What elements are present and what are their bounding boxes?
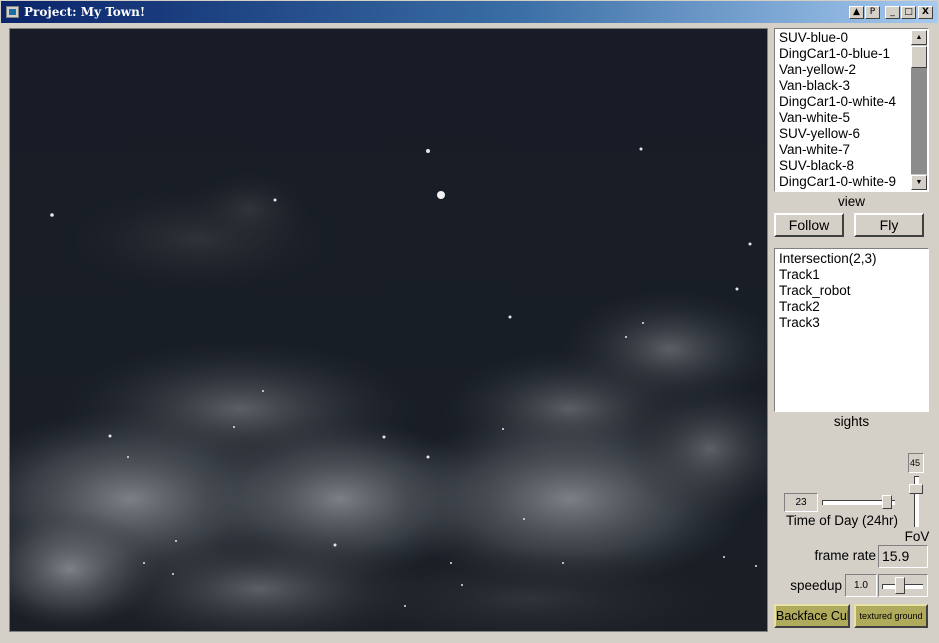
- maximize-button[interactable]: □: [901, 6, 916, 19]
- list-item[interactable]: Track1: [775, 267, 928, 283]
- minimize-button[interactable]: _: [885, 6, 900, 19]
- list-item[interactable]: Van-yellow-2: [775, 62, 928, 78]
- textured-ground-toggle[interactable]: textured ground: [854, 604, 928, 628]
- speedup-slider[interactable]: [878, 574, 928, 597]
- list-item[interactable]: DingCar1-0-white-4: [775, 94, 928, 110]
- vehicle-list[interactable]: SUV-blue-0 DingCar1-0-blue-1 Van-yellow-…: [774, 28, 929, 192]
- list-item[interactable]: SUV-blue-0: [775, 30, 928, 46]
- fov-value: 45: [908, 453, 924, 473]
- list-item[interactable]: Track3: [775, 315, 928, 331]
- fly-button[interactable]: Fly: [854, 213, 924, 237]
- vehicle-list-scrollbar[interactable]: ▲ ▼: [911, 30, 927, 190]
- speedup-value: 1.0: [845, 574, 877, 597]
- night-sky-scene: [10, 29, 767, 631]
- list-item[interactable]: Van-white-5: [775, 110, 928, 126]
- list-item[interactable]: SUV-black-8: [775, 158, 928, 174]
- frame-rate-label: frame rate: [814, 548, 876, 563]
- window-title: Project: My Town!: [24, 5, 146, 19]
- scroll-up-arrow-icon[interactable]: ▲: [911, 30, 927, 45]
- fov-label: FoV: [904, 529, 930, 544]
- fov-slider[interactable]: [908, 474, 924, 528]
- sights-caption: sights: [833, 414, 870, 429]
- scroll-thumb[interactable]: [911, 46, 927, 68]
- backface-cull-toggle[interactable]: Backface Cull: [774, 604, 850, 628]
- list-item[interactable]: Track2: [775, 299, 928, 315]
- speedup-thumb[interactable]: [895, 577, 905, 594]
- list-item[interactable]: Intersection(2,3): [775, 251, 928, 267]
- scroll-track[interactable]: [911, 68, 927, 174]
- time-of-day-value: 23: [784, 493, 818, 512]
- list-item[interactable]: DingCar1-0-blue-1: [775, 46, 928, 62]
- list-item[interactable]: Track_robot: [775, 283, 928, 299]
- view-caption: view: [837, 194, 865, 209]
- scene-viewport[interactable]: [9, 28, 768, 632]
- list-item[interactable]: SUV-yellow-6: [775, 126, 928, 142]
- help-button[interactable]: ▲: [849, 6, 864, 19]
- time-of-day-thumb[interactable]: [882, 495, 892, 509]
- list-item[interactable]: Van-black-3: [775, 78, 928, 94]
- frame-rate-value: 15.9: [878, 545, 928, 568]
- title-bar: Project: My Town! ▲ P _ □ X: [0, 0, 939, 24]
- sights-list[interactable]: Intersection(2,3) Track1 Track_robot Tra…: [774, 248, 929, 412]
- time-of-day-label: Time of Day (24hr): [785, 513, 899, 528]
- list-item[interactable]: Van-white-7: [775, 142, 928, 158]
- pin-button[interactable]: P: [865, 6, 880, 19]
- list-item[interactable]: DingCar1-0-white-9: [775, 174, 928, 190]
- follow-button[interactable]: Follow: [774, 213, 844, 237]
- scroll-down-arrow-icon[interactable]: ▼: [911, 175, 927, 190]
- app-icon: [6, 6, 19, 18]
- fov-slider-thumb[interactable]: [909, 484, 923, 494]
- close-button[interactable]: X: [918, 6, 933, 19]
- speedup-label: speedup: [790, 578, 842, 593]
- time-of-day-slider[interactable]: [820, 493, 898, 512]
